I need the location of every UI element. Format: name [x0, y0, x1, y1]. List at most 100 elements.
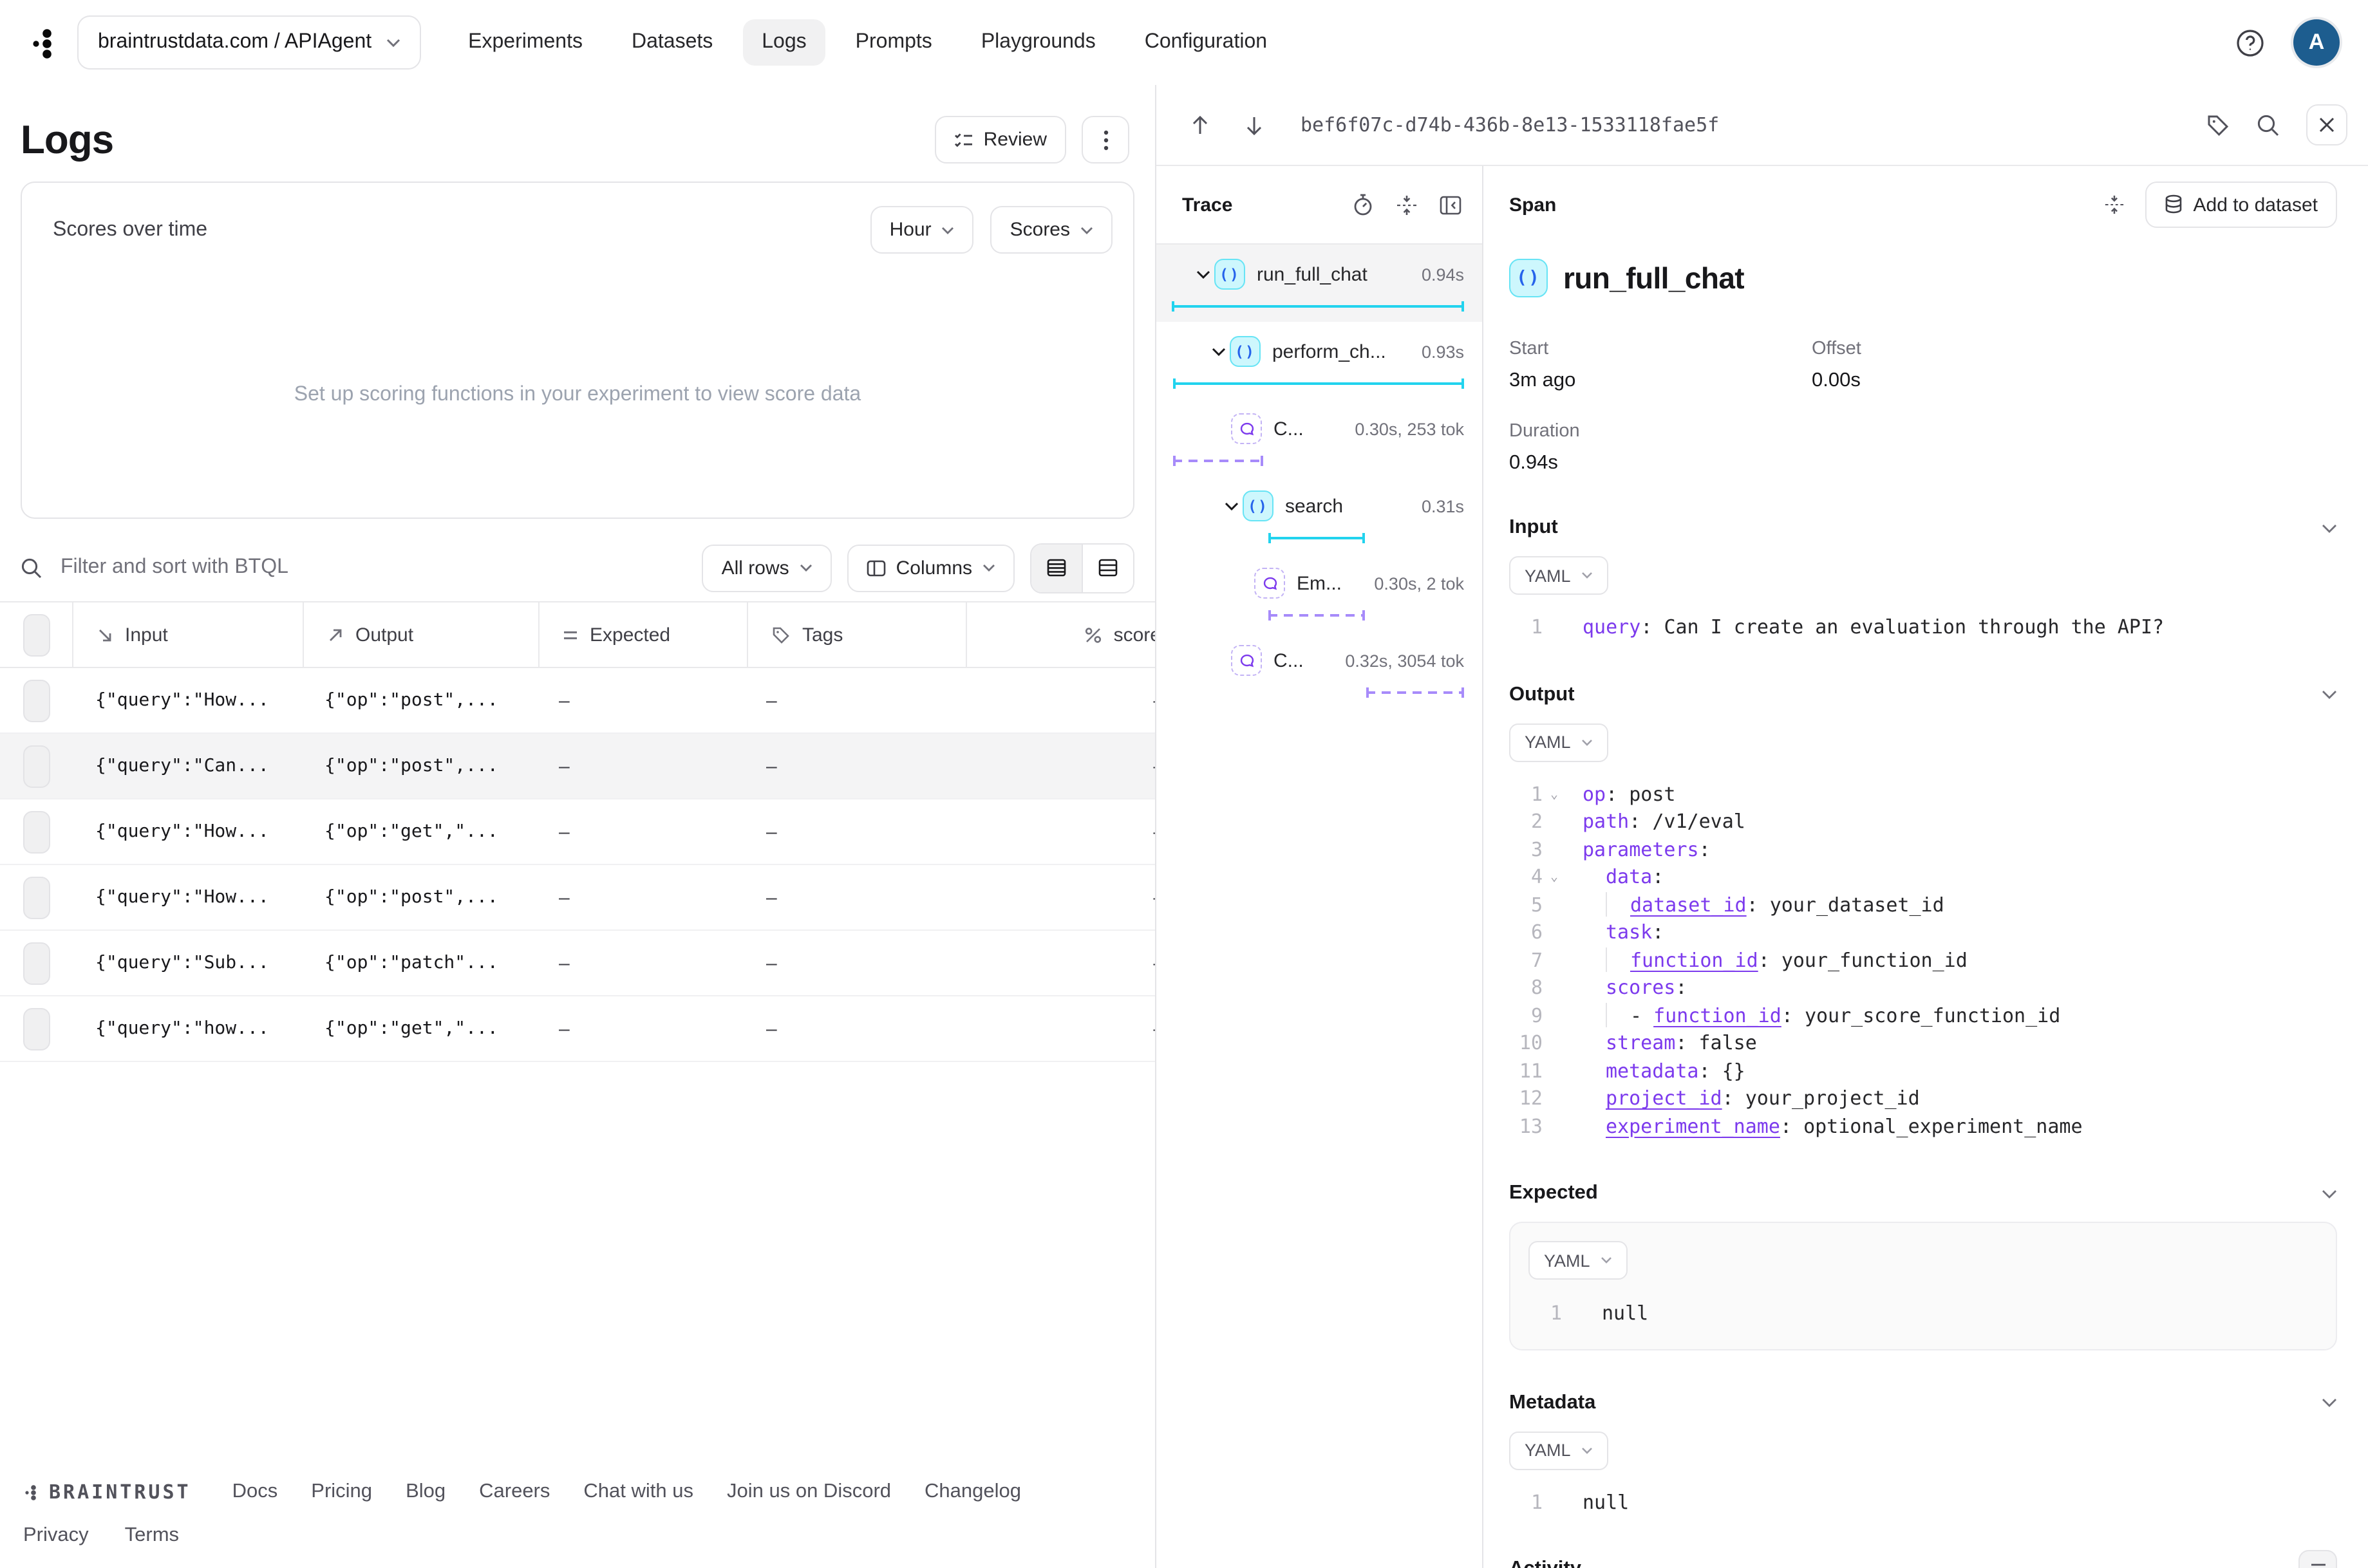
row-checkbox[interactable]: [23, 810, 50, 853]
project-selector[interactable]: braintrustdata.com / APIAgent: [77, 15, 421, 70]
previous-row-arrow-icon[interactable]: [1190, 114, 1210, 136]
table-row[interactable]: {"query":"How... {"op":"get","... – – –: [0, 799, 1155, 865]
table-row[interactable]: {"query":"How... {"op":"post",... – – –: [0, 865, 1155, 931]
yaml-value: your_function_id: [1781, 948, 1968, 971]
next-row-arrow-icon[interactable]: [1244, 114, 1264, 136]
footer-links-row: BRAINTRUST Docs Pricing Blog Careers Chat wi…: [23, 1480, 1132, 1504]
output-cell: {"op":"post",...: [324, 887, 498, 908]
input-code[interactable]: 1 query: Can I create an evaluation throu…: [1509, 614, 2337, 642]
interval-dropdown[interactable]: Hour: [870, 206, 974, 254]
code-line: 13 experiment_name: optional_experiment_n…: [1509, 1113, 2337, 1141]
footer-link-chat-with-us[interactable]: Chat with us: [583, 1480, 693, 1502]
code-content: op: post: [1583, 781, 1676, 808]
checkbox-icon[interactable]: [23, 613, 50, 656]
stopwatch-icon[interactable]: [1352, 193, 1374, 216]
collapse-rows-icon[interactable]: [1396, 193, 1418, 216]
more-options-button[interactable]: [1082, 116, 1129, 163]
column-header-tags[interactable]: Tags: [747, 602, 966, 667]
table-row[interactable]: {"query":"Can... {"op":"post",... – – –: [0, 734, 1155, 799]
fold-chevron-icon[interactable]: ⌄: [1543, 864, 1566, 891]
footer-link-pricing[interactable]: Pricing: [311, 1480, 372, 1502]
expected-code[interactable]: 1 null: [1528, 1300, 2318, 1328]
dense-rows-view-toggle[interactable]: [1031, 544, 1082, 592]
avatar[interactable]: A: [2293, 19, 2340, 66]
row-checkbox[interactable]: [23, 1007, 50, 1050]
row-checkbox[interactable]: [23, 745, 50, 787]
collapse-panel-icon[interactable]: [1440, 193, 1461, 216]
select-all-checkbox[interactable]: [0, 602, 72, 667]
braintrust-logs-app: braintrustdata.com / APIAgent Experiment…: [0, 0, 2368, 1568]
trace-tree-span[interactable]: C... 0.30s, 253 tok: [1156, 399, 1482, 476]
trace-tree-column: Trace () run_full_chat 0.94s () perform_…: [1156, 166, 1483, 1568]
footer-link-docs[interactable]: Docs: [232, 1480, 278, 1502]
trace-tree-span[interactable]: Em... 0.30s, 2 tok: [1156, 554, 1482, 631]
table-row[interactable]: {"query":"Sub... {"op":"patch"... – – –: [0, 931, 1155, 996]
output-format-dropdown[interactable]: YAML: [1509, 723, 1608, 761]
footer-brand-label: BRAINTRUST: [49, 1480, 191, 1504]
trace-tree-span[interactable]: C... 0.32s, 3054 tok: [1156, 631, 1482, 708]
trace-tree-span[interactable]: () run_full_chat 0.94s: [1156, 245, 1482, 322]
chevron-down-icon: [942, 226, 955, 234]
trace-span-timeline: [1172, 377, 1464, 393]
nav-tab-datasets[interactable]: Datasets: [612, 19, 732, 66]
column-header-input[interactable]: Input: [72, 602, 303, 667]
line-number: 4: [1530, 865, 1543, 888]
expected-format-dropdown[interactable]: YAML: [1528, 1241, 1628, 1280]
input-format-dropdown[interactable]: YAML: [1509, 556, 1608, 595]
tags-cell: –: [766, 1018, 777, 1040]
chevron-down-icon[interactable]: [2322, 1189, 2337, 1198]
add-to-dataset-button[interactable]: Add to dataset: [2145, 182, 2337, 228]
search-icon[interactable]: [2256, 113, 2280, 137]
chevron-down-icon[interactable]: [1208, 347, 1230, 356]
column-header-output[interactable]: Output: [303, 602, 538, 667]
nav-tab-configuration[interactable]: Configuration: [1125, 19, 1286, 66]
footer-link-changelog[interactable]: Changelog: [925, 1480, 1021, 1502]
column-header-scores[interactable]: scores: [966, 602, 1155, 667]
table-row[interactable]: {"query":"how... {"op":"get","... – – –: [0, 996, 1155, 1062]
fold-chevron-icon[interactable]: ⌄: [1543, 781, 1566, 808]
row-checkbox[interactable]: [23, 876, 50, 919]
help-icon[interactable]: [2235, 28, 2265, 57]
metadata-code[interactable]: 1 null: [1509, 1489, 2337, 1517]
braintrust-logo-icon[interactable]: [28, 26, 59, 59]
footer-link-privacy[interactable]: Privacy: [23, 1524, 89, 1547]
footer-link-careers[interactable]: Careers: [479, 1480, 550, 1502]
activity-section: Activity: [1509, 1550, 2337, 1568]
trace-tree-span[interactable]: () search 0.31s: [1156, 476, 1482, 554]
output-code[interactable]: 1 ⌄ op: post 2 path: /v1/eval 3 parameters: 4 ⌄ d…: [1509, 781, 2337, 1141]
chevron-down-icon[interactable]: [1221, 501, 1243, 510]
row-checkbox[interactable]: [23, 679, 50, 722]
rows-dropdown[interactable]: All rows: [702, 544, 832, 592]
columns-dropdown[interactable]: Columns: [847, 544, 1015, 592]
close-panel-button[interactable]: [2306, 104, 2347, 145]
chevron-down-icon[interactable]: [2322, 523, 2337, 532]
column-header-expected[interactable]: Expected: [538, 602, 747, 667]
chevron-down-icon[interactable]: [1192, 270, 1214, 279]
footer-link-terms[interactable]: Terms: [125, 1524, 179, 1547]
row-checkbox[interactable]: [23, 942, 50, 984]
split-rows-view-toggle[interactable]: [1082, 544, 1133, 592]
nav-tab-logs[interactable]: Logs: [742, 19, 826, 66]
table-row[interactable]: {"query":"How... {"op":"post",... – – –: [0, 668, 1155, 734]
tag-icon[interactable]: [2206, 113, 2230, 137]
trace-span-bar: [1366, 687, 1465, 698]
span-title: () run_full_chat: [1509, 259, 2337, 297]
review-button[interactable]: Review: [934, 116, 1066, 163]
trace-tree-span[interactable]: () perform_ch... 0.93s: [1156, 322, 1482, 399]
line-number: 1: [1530, 615, 1543, 639]
footer-link-blog[interactable]: Blog: [406, 1480, 446, 1502]
trace-span-name: Em...: [1297, 572, 1342, 594]
metric-dropdown[interactable]: Scores: [990, 206, 1113, 254]
activity-list-button[interactable]: [2298, 1550, 2337, 1568]
btql-filter-input[interactable]: [58, 555, 702, 581]
filter-actions: All rows Columns: [702, 543, 1134, 593]
nav-tab-experiments[interactable]: Experiments: [449, 19, 602, 66]
chevron-down-icon[interactable]: [2322, 690, 2337, 699]
nav-tab-playgrounds[interactable]: Playgrounds: [962, 19, 1115, 66]
start-label: Start: [1509, 339, 1549, 359]
nav-tab-prompts[interactable]: Prompts: [836, 19, 952, 66]
metadata-format-dropdown[interactable]: YAML: [1509, 1431, 1608, 1470]
footer-link-join-us-on-discord[interactable]: Join us on Discord: [727, 1480, 891, 1502]
chevron-down-icon[interactable]: [2322, 1398, 2337, 1407]
collapse-sections-icon[interactable]: [2105, 194, 2125, 215]
